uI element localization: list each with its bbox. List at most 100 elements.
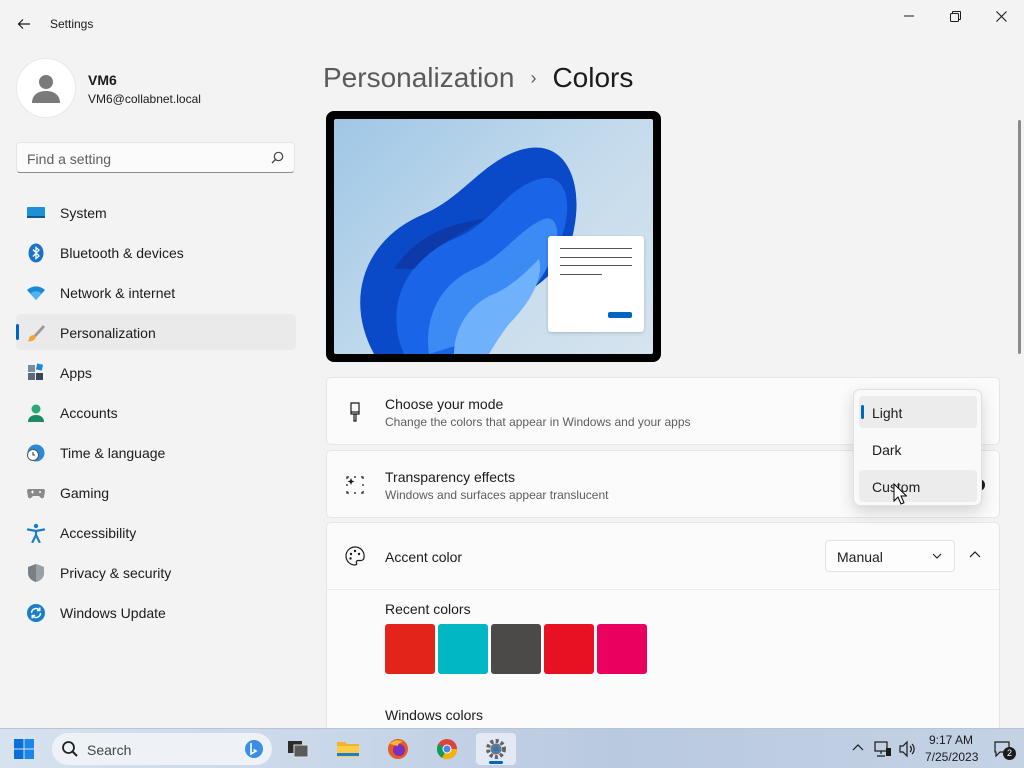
recent-color-swatch[interactable] [491, 624, 541, 674]
breadcrumb-parent[interactable]: Personalization [323, 62, 514, 94]
mode-option-custom[interactable]: Custom [859, 470, 977, 502]
start-button[interactable] [4, 733, 44, 765]
settings-taskbar-button[interactable] [476, 733, 516, 765]
accounts-icon [28, 404, 44, 422]
sidebar-item-accessibility[interactable]: Accessibility [16, 514, 296, 550]
shield-icon [28, 564, 44, 582]
recent-color-swatch[interactable] [544, 624, 594, 674]
task-view-icon [288, 741, 309, 758]
sidebar-item-label: Apps [60, 365, 92, 381]
firefox-icon [388, 739, 408, 759]
sidebar-item-gaming[interactable]: Gaming [16, 474, 296, 510]
folder-icon [337, 742, 359, 757]
sidebar-item-label: Bluetooth & devices [60, 245, 184, 261]
sidebar-item-label: Gaming [60, 485, 110, 501]
back-button[interactable] [10, 12, 38, 36]
sidebar-item-label: Accessibility [60, 525, 137, 541]
user-name: VM6 [88, 72, 117, 88]
minimize-button[interactable] [886, 0, 932, 32]
close-button[interactable] [978, 0, 1024, 32]
card-title: Accent color [385, 549, 463, 565]
sidebar-item-label: Personalization [60, 325, 156, 341]
time-icon [27, 444, 45, 462]
chrome-icon [436, 739, 458, 760]
sidebar-item-accounts[interactable]: Accounts [16, 394, 296, 430]
card-title: Transparency effects [385, 469, 515, 485]
user-profile[interactable]: VM6 VM6@collabnet.local [16, 58, 306, 118]
clock-date[interactable]: 7/25/2023 [925, 750, 978, 764]
chevron-up-icon[interactable] [852, 743, 864, 753]
breadcrumb-separator: › [530, 67, 537, 88]
search-icon [271, 151, 284, 164]
option-label: Dark [872, 442, 902, 458]
recent-color-swatch[interactable] [385, 624, 435, 674]
option-label: Light [872, 405, 903, 421]
card-subtitle: Change the colors that appear in Windows… [385, 415, 691, 429]
notification-badge: 2 [1003, 747, 1016, 760]
collapse-accent-button[interactable] [963, 543, 987, 567]
sidebar-item-windows-update[interactable]: Windows Update [16, 594, 296, 630]
mode-option-light[interactable]: Light [859, 396, 977, 428]
close-icon [995, 10, 1007, 22]
search-input[interactable]: Find a setting [16, 142, 295, 173]
dropdown-value: Manual [837, 549, 883, 565]
taskbar-search-label: Search [87, 742, 132, 758]
mode-dropdown-menu: Light Dark Custom [853, 389, 982, 506]
mode-option-dark[interactable]: Dark [859, 433, 977, 465]
firefox-button[interactable] [378, 733, 418, 765]
gear-icon [486, 739, 506, 759]
avatar [16, 58, 76, 118]
network-icon[interactable] [874, 740, 892, 758]
accent-color-dropdown[interactable]: Manual [825, 540, 955, 572]
breadcrumb: Personalization › Colors [323, 58, 633, 98]
taskbar-search[interactable]: Search [52, 733, 272, 765]
wallpaper-preview [334, 119, 653, 354]
windows-colors-label: Windows colors [385, 707, 484, 723]
restore-icon [949, 10, 961, 22]
windows-logo-icon [14, 739, 34, 759]
task-view-button[interactable] [278, 733, 318, 765]
sidebar-item-network[interactable]: Network & internet [16, 274, 296, 310]
sidebar-item-apps[interactable]: Apps [16, 354, 296, 390]
minimize-icon [904, 15, 914, 17]
paintbrush-icon [350, 402, 360, 422]
sidebar-item-bluetooth[interactable]: Bluetooth & devices [16, 234, 296, 270]
sidebar-item-privacy[interactable]: Privacy & security [16, 554, 296, 590]
wifi-icon [27, 286, 45, 300]
page-title: Colors [552, 62, 634, 93]
user-email: VM6@collabnet.local [88, 92, 201, 106]
brush-icon [27, 325, 45, 342]
system-icon [27, 207, 45, 218]
back-arrow-icon [17, 19, 30, 29]
sidebar-item-label: Privacy & security [60, 565, 172, 581]
theme-preview [326, 111, 661, 362]
mouse-cursor-icon [893, 483, 907, 505]
recent-color-swatch[interactable] [597, 624, 647, 674]
clock-time[interactable]: 9:17 AM [929, 733, 973, 747]
palette-icon [345, 546, 365, 566]
sidebar-item-personalization[interactable]: Personalization [16, 314, 296, 350]
chevron-up-icon [969, 551, 981, 558]
sidebar-item-time-language[interactable]: Time & language [16, 434, 296, 470]
file-explorer-button[interactable] [328, 733, 368, 765]
search-placeholder: Find a setting [27, 151, 112, 167]
chrome-button[interactable] [427, 733, 467, 765]
sidebar-item-system[interactable]: System [16, 194, 296, 230]
recent-color-swatch[interactable] [438, 624, 488, 674]
sidebar-item-label: System [60, 205, 107, 221]
card-title: Choose your mode [385, 396, 504, 412]
restore-button[interactable] [932, 0, 978, 32]
preview-accent-button [608, 312, 632, 318]
search-icon [62, 741, 78, 757]
app-title: Settings [50, 17, 94, 31]
bluetooth-icon [28, 243, 44, 263]
recent-colors-label: Recent colors [385, 601, 471, 617]
sidebar-item-label: Windows Update [60, 605, 166, 621]
title-bar: Settings [0, 0, 1024, 48]
sidebar-item-label: Time & language [60, 445, 166, 461]
apps-icon [28, 363, 44, 380]
volume-icon[interactable] [898, 740, 916, 758]
gaming-icon [27, 489, 45, 499]
sidebar-nav: System Bluetooth & devices Network & int… [16, 194, 296, 634]
scrollbar[interactable] [1018, 120, 1021, 354]
